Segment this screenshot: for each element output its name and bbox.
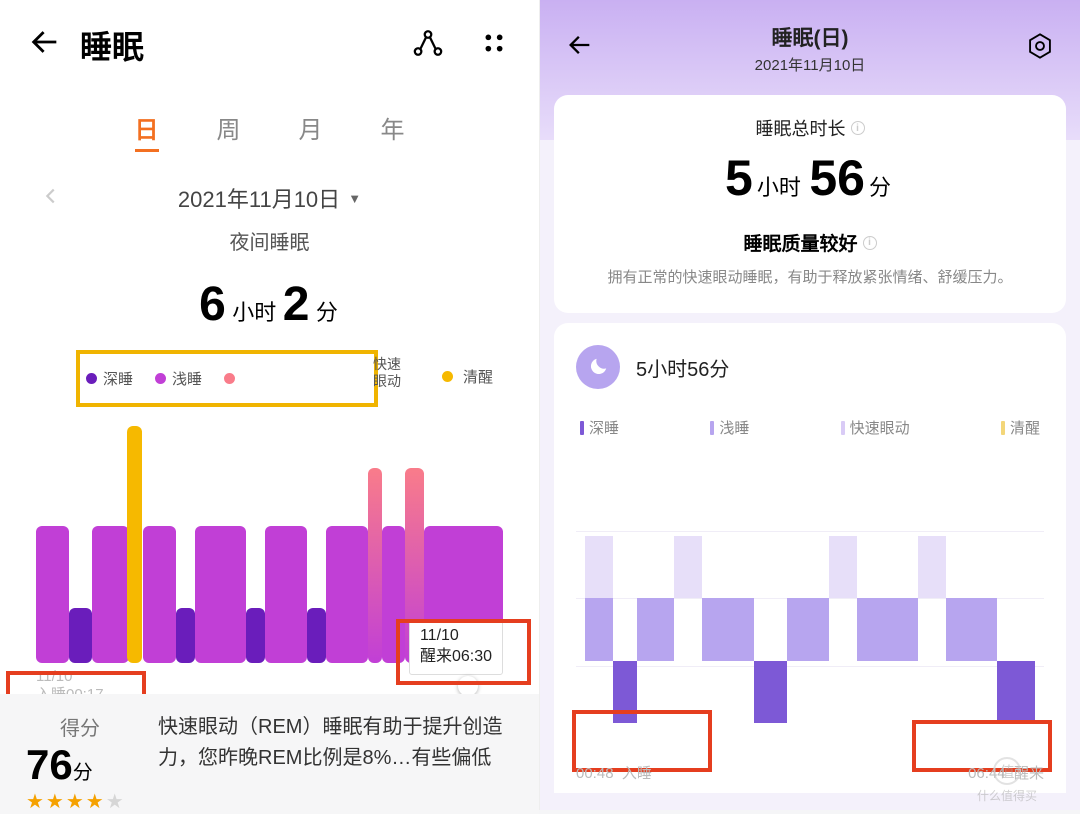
tab-day[interactable]: 日 — [135, 110, 159, 152]
page-title: 睡眠 — [80, 22, 393, 68]
left-app-panel: 睡眠 日 周 月 年 2021年11月10日 ▼ 夜间睡眠 6 小时 2 分 深… — [0, 0, 540, 810]
back-icon[interactable] — [28, 25, 62, 65]
score-value: 76 — [26, 741, 73, 788]
more-icon[interactable] — [477, 26, 511, 65]
page-title: 睡眠(日) — [755, 22, 866, 52]
share-icon[interactable] — [411, 26, 445, 65]
legend-deep: 深睡 — [86, 368, 133, 389]
legend-deep: 深睡 — [580, 417, 619, 438]
sleep-detail-card: 5小时56分 深睡 浅睡 快速眼动 清醒 — [554, 323, 1066, 793]
legend-awake: 清醒 — [463, 366, 493, 387]
sleep-start-label: 00:48 入睡 — [576, 762, 652, 783]
info-icon[interactable]: i — [851, 121, 865, 135]
total-sleep-card: 睡眠总时长 i 5小时 56分 睡眠质量较好 i 拥有正常的快速眼动睡眠，有助于释放… — [554, 95, 1066, 313]
advice-text: 快速眼动（REM）睡眠有助于提升创造力，您昨晚REM比例是8%…有些偏低 — [158, 712, 513, 814]
hours-unit: 小时 — [232, 300, 276, 325]
minutes-unit: 分 — [316, 300, 338, 325]
total-title: 睡眠总时长 — [756, 115, 846, 141]
quality-title: 睡眠质量较好 — [743, 229, 857, 256]
sleep-stage-chart-left[interactable]: 11/10 入睡00:17 11/10 醒来06:30 — [36, 413, 503, 663]
right-legend: 深睡 浅睡 快速眼动 清醒 — [580, 417, 1040, 438]
legend-light: 浅睡 — [710, 417, 749, 438]
sleep-stage-chart-right[interactable] — [576, 468, 1044, 728]
info-icon[interactable]: i — [863, 236, 877, 250]
sleep-subtitle: 夜间睡眠 — [0, 226, 539, 255]
quality-desc: 拥有正常的快速眼动睡眠，有助于释放紧张情绪、舒缓压力。 — [576, 266, 1044, 289]
score-footer: 得分 76分 ★★★★★ 快速眼动（REM）睡眠有助于提升创造力，您昨晚REM比… — [0, 694, 539, 814]
settings-icon[interactable] — [1026, 32, 1054, 65]
tab-month[interactable]: 月 — [299, 110, 323, 152]
total-sleep-value: 5小时 56分 — [576, 149, 1044, 207]
legend-light: 浅睡 — [155, 368, 202, 389]
tab-week[interactable]: 周 — [217, 110, 241, 152]
hours-value: 6 — [199, 278, 226, 331]
date-label[interactable]: 2021年11月10日 — [178, 182, 340, 214]
moon-icon — [576, 345, 620, 389]
minutes-value: 2 — [283, 278, 310, 331]
header-date: 2021年11月10日 — [755, 54, 866, 75]
legend-rem: 快速眼动 — [373, 356, 407, 390]
legend-rem-dot — [224, 373, 235, 384]
legend-highlight-box: 深睡 浅睡 — [76, 350, 378, 407]
period-tabs: 日 周 月 年 — [0, 84, 539, 160]
annotation-box-end — [396, 619, 531, 685]
prev-day-icon[interactable] — [40, 183, 62, 214]
date-dropdown-icon[interactable]: ▼ — [348, 191, 361, 206]
legend-rem: 快速眼动 — [841, 417, 910, 438]
tab-year[interactable]: 年 — [381, 110, 405, 152]
right-app-panel: 睡眠(日) 2021年11月10日 睡眠总时长 i 5小时 56分 睡眠质量较好 i… — [540, 0, 1080, 810]
star-rating: ★★★★★ — [26, 789, 134, 814]
score-title: 得分 — [26, 712, 134, 741]
summary-duration: 5小时56分 — [636, 353, 729, 382]
score-unit: 分 — [73, 762, 93, 784]
back-icon[interactable] — [566, 31, 594, 67]
total-sleep-time: 6 小时 2 分 — [0, 277, 539, 332]
watermark: 值 什么值得买 — [942, 757, 1072, 804]
legend-awake: 清醒 — [1001, 417, 1040, 438]
